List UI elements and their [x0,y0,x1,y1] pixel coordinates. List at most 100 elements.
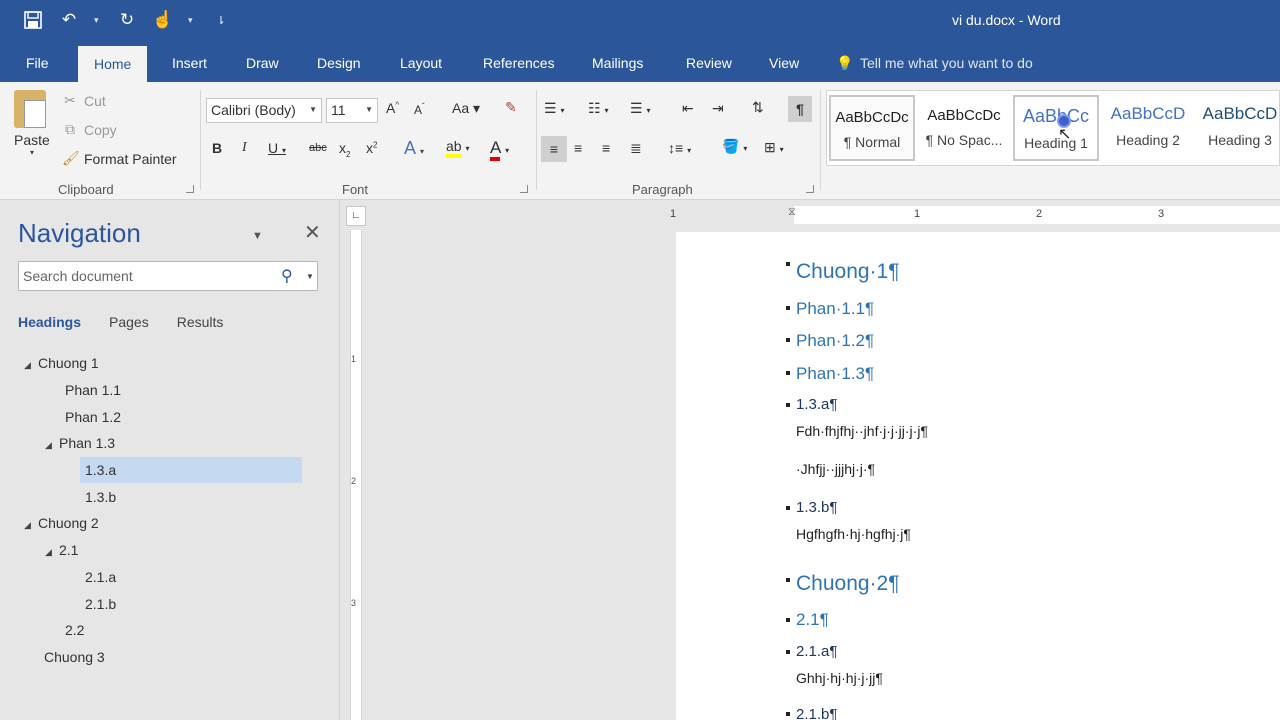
grow-font-icon[interactable]: A^ [386,100,399,116]
nav-heading-item[interactable]: 2.2 [65,617,84,643]
clipboard-launcher-icon[interactable] [186,185,194,193]
nav-heading-item[interactable]: 1.3.b [85,484,116,510]
paragraph-launcher-icon[interactable] [806,185,814,193]
paste-button[interactable]: Paste ▾ [14,90,50,157]
nav-heading-item[interactable]: Phan 1.2 [65,404,121,430]
decrease-indent-icon[interactable]: ⇤ [682,100,694,117]
tab-layout[interactable]: Layout [400,44,442,82]
nav-heading-item[interactable]: ◢ Chuong 1 [24,350,99,376]
collapse-triangle-icon[interactable]: ◢ [24,512,38,538]
doc-heading-2[interactable]: 2.1¶ [796,610,829,630]
justify-icon[interactable]: ≣ [630,140,642,157]
touch-mode-dropdown-icon[interactable]: ▾ [188,15,196,26]
nav-tab-headings[interactable]: Headings [18,314,81,330]
tab-insert[interactable]: Insert [172,44,207,82]
style-heading-1[interactable]: AaBbCc Heading 1 [1013,95,1099,161]
nav-heading-item-selected[interactable]: 1.3.a [80,457,302,483]
increase-indent-icon[interactable]: ⇥ [712,100,724,117]
document-page[interactable]: Chuong·1¶ Phan·1.1¶ Phan·1.2¶ Phan·1.3¶ … [676,232,1280,720]
bold-icon[interactable]: B [212,140,222,156]
collapse-triangle-icon[interactable]: ◢ [45,539,59,565]
superscript-icon[interactable]: x2 [366,140,377,156]
style-normal[interactable]: AaBbCcDc ¶ Normal [829,95,915,161]
customize-qat-icon[interactable]: ⇂ [210,8,232,32]
tab-file[interactable]: File [26,44,49,82]
doc-heading-2[interactable]: Phan·1.3¶ [796,364,874,384]
format-painter-button[interactable]: 🖌 Format Painter [62,150,177,167]
tab-mailings[interactable]: Mailings [592,44,643,82]
search-icon[interactable]: ⚲ [281,266,293,286]
undo-icon[interactable]: ↶ [58,8,80,32]
shrink-font-icon[interactable]: Aˇ [414,102,425,117]
bullets-icon[interactable]: ☰ ▾ [544,100,564,117]
nav-options-dropdown-icon[interactable]: ▼ [252,230,263,242]
clear-formatting-icon[interactable]: ✎ [505,99,517,116]
sort-icon[interactable]: ⇅ [752,99,764,116]
tab-selector-icon[interactable]: ∟ [346,206,366,226]
font-size-select[interactable]: 11 ▼ [326,98,378,123]
doc-paragraph[interactable]: Ghhj·hj·hj·j·jj¶ [796,670,883,686]
doc-heading-3[interactable]: 1.3.a¶ [796,396,837,413]
nav-tab-pages[interactable]: Pages [109,314,149,330]
doc-heading-3[interactable]: 1.3.b¶ [796,499,837,516]
highlight-icon[interactable]: ab ▾ [446,138,469,158]
font-launcher-icon[interactable] [520,185,528,193]
doc-heading-2[interactable]: Phan·1.2¶ [796,331,874,351]
subscript-icon[interactable]: x2 [339,140,350,159]
tell-me-box[interactable]: 💡 Tell me what you want to do [836,44,1033,82]
cut-button[interactable]: ✂ Cut [62,92,106,109]
tab-review[interactable]: Review [686,44,732,82]
doc-paragraph[interactable]: Fdh·fhjfhj··jhf·j·j·jj·j·j¶ [796,423,928,439]
change-case-icon[interactable]: Aa ▾ [452,100,480,117]
align-center-icon[interactable]: ≡ [574,140,582,156]
touch-mode-icon[interactable]: ☝ [152,8,174,32]
nav-heading-item[interactable]: ◢ Phan 1.3 [45,430,115,456]
nav-heading-item[interactable]: Phan 1.1 [65,377,121,403]
font-color-icon[interactable]: A ▾ [490,138,509,161]
strikethrough-icon[interactable]: abc [309,142,327,154]
search-options-dropdown-icon[interactable]: ▼ [306,272,314,281]
tab-view[interactable]: View [769,44,799,82]
align-left-icon[interactable]: ≡ [541,136,567,162]
doc-heading-1[interactable]: Chuong·2¶ [796,572,900,596]
style-no-spacing[interactable]: AaBbCcDc ¶ No Spac... [921,95,1007,161]
multilevel-list-icon[interactable]: ☰ ▾ [630,100,650,117]
indent-marker-icon[interactable]: ⧖ [788,206,796,219]
italic-icon[interactable]: I [242,140,247,156]
doc-heading-2[interactable]: Phan·1.1¶ [796,299,874,319]
nav-heading-item[interactable]: ◢ Chuong 2 [24,510,99,536]
text-effects-icon[interactable]: A ▾ [404,138,424,159]
doc-paragraph[interactable]: ·Jhfjj··jjjhj·j·¶ [796,461,875,477]
nav-heading-item[interactable]: 2.1.b [85,591,116,617]
tab-home[interactable]: Home [78,46,148,82]
close-icon[interactable]: ✕ [304,220,321,245]
tab-design[interactable]: Design [317,44,361,82]
shading-icon[interactable]: 🪣 ▾ [722,138,747,155]
tab-references[interactable]: References [483,44,555,82]
style-heading-3[interactable]: AaBbCcD Heading 3 [1197,95,1280,161]
style-heading-2[interactable]: AaBbCcD Heading 2 [1105,95,1191,161]
doc-heading-3[interactable]: 2.1.a¶ [796,643,837,660]
copy-button[interactable]: ⧉ Copy [62,121,117,138]
line-spacing-icon[interactable]: ↕≡ ▾ [668,140,691,156]
nav-heading-item[interactable]: Chuong 3 [44,644,105,670]
redo-icon[interactable]: ↻ [116,8,138,32]
doc-paragraph[interactable]: Hgfhgfh·hj·hgfhj·j¶ [796,526,911,542]
save-icon[interactable] [22,8,44,32]
align-right-icon[interactable]: ≡ [602,140,610,156]
font-name-select[interactable]: Calibri (Body) ▼ [206,98,322,123]
undo-dropdown-icon[interactable]: ▾ [94,15,102,26]
borders-icon[interactable]: ⊞ ▾ [764,139,784,156]
nav-heading-item[interactable]: 2.1.a [85,564,116,590]
numbering-icon[interactable]: ☷ ▾ [588,100,608,117]
collapse-triangle-icon[interactable]: ◢ [24,352,38,378]
doc-heading-1[interactable]: Chuong·1¶ [796,260,900,284]
nav-tab-results[interactable]: Results [177,314,224,330]
collapse-triangle-icon[interactable]: ◢ [45,432,59,458]
underline-icon[interactable]: U ▾ [268,140,286,156]
nav-heading-item[interactable]: ◢ 2.1 [45,537,78,563]
show-hide-marks-icon[interactable]: ¶ [788,96,812,122]
paste-dropdown-icon[interactable]: ▾ [14,148,50,157]
search-input[interactable] [19,262,269,290]
tab-draw[interactable]: Draw [246,44,279,82]
